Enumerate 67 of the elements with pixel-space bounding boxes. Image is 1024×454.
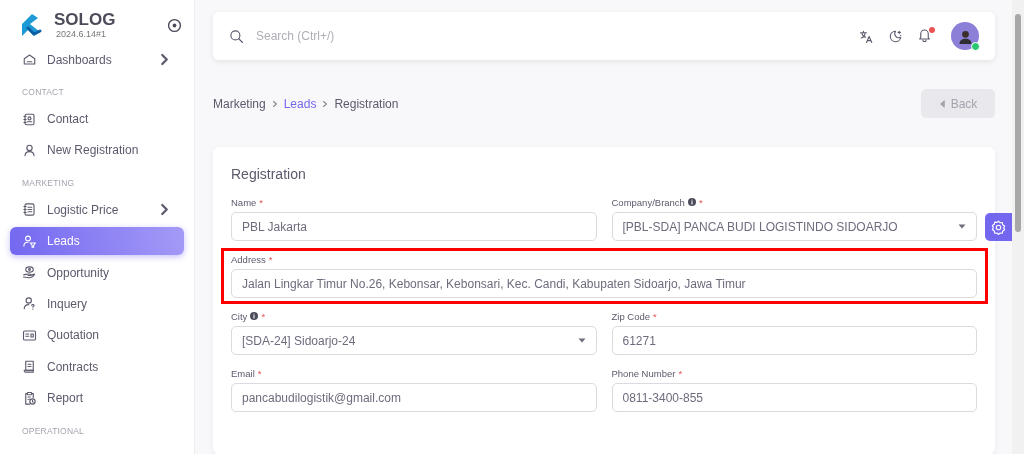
scrollbar[interactable]: [1012, 0, 1024, 454]
input-field[interactable]: pancabudilogistik@gmail.com: [231, 383, 597, 412]
required-mark: *: [257, 367, 262, 379]
field-label: Phone Number: [611, 367, 676, 379]
field-label: Zip Code: [611, 310, 651, 322]
breadcrumb-item: Marketing: [213, 96, 266, 111]
caret-down-icon: [577, 338, 586, 343]
field-label: Address: [231, 253, 266, 265]
field-label: Company/Branch: [611, 196, 685, 208]
section-heading: MARKETING: [21, 177, 76, 191]
app-version: 2024.6.14#1: [56, 29, 108, 39]
scrollbar-thumb[interactable]: [1015, 14, 1021, 232]
breadcrumb-link[interactable]: Leads: [283, 96, 317, 111]
contract-scroll-icon: [22, 359, 37, 375]
search-icon: [229, 28, 244, 44]
required-mark: *: [261, 310, 266, 322]
field-label: City: [231, 310, 248, 322]
radio-circle-icon[interactable]: [167, 17, 182, 33]
sidebar-item[interactable]: Logistic Price: [10, 195, 184, 224]
sidebar-item[interactable]: Report: [10, 384, 184, 413]
input-field[interactable]: 61271: [611, 326, 977, 355]
section-heading: CONTACT: [21, 86, 65, 100]
field-label: Name: [231, 196, 257, 208]
required-mark: *: [653, 310, 657, 322]
bell-icon[interactable]: [917, 27, 932, 42]
caret-left-icon: [938, 99, 945, 108]
dropdown[interactable]: [PBL-SDA] PANCA BUDI LOGISTINDO SIDOARJO: [611, 212, 977, 241]
sidebar-item[interactable]: Dashboards: [10, 45, 184, 74]
list-document-icon: [22, 202, 37, 218]
caret-down-icon: [958, 224, 966, 229]
required-mark: *: [678, 367, 683, 379]
sidebar-item[interactable]: Contact: [10, 105, 184, 134]
sidebar-item[interactable]: Opportunity: [10, 258, 184, 287]
address-book-icon: [22, 111, 37, 127]
breadcrumb-chevron-icon: [322, 99, 329, 108]
input-field[interactable]: Jalan Lingkar Timur No.26, Kebonsar, Kebonsari, Kec. Candi, Kabupaten Sidoarjo, Jawa Timur: [231, 269, 977, 298]
settings-button[interactable]: [985, 213, 1012, 241]
input-field[interactable]: PBL Jakarta: [231, 212, 597, 241]
sidebar-item[interactable]: Quotation: [10, 321, 184, 350]
app-name: SOLOG: [54, 11, 117, 29]
breadcrumb-item: Registration: [334, 96, 399, 111]
user-filter-icon: [22, 233, 37, 249]
translate-icon[interactable]: [859, 28, 874, 44]
sidebar-item[interactable]: Inquery: [10, 289, 184, 318]
home-icon: [22, 52, 37, 68]
required-mark: *: [268, 253, 273, 265]
settings-icon: [991, 219, 1006, 235]
sidebar-item[interactable]: New Registration: [10, 136, 184, 165]
required-mark: *: [259, 196, 264, 208]
moon-stars-icon[interactable]: [888, 28, 903, 44]
hand-coin-icon: [22, 265, 37, 281]
search-input[interactable]: Search (Ctrl+/): [254, 28, 849, 44]
person-silhouette-icon: [957, 28, 973, 44]
form-title: Registration: [231, 166, 307, 182]
sidebar-item[interactable]: Contracts: [10, 352, 184, 381]
clipboard-clock-icon: [22, 390, 37, 406]
input-field[interactable]: 0811-3400-855: [611, 383, 977, 412]
required-mark: *: [698, 196, 703, 208]
user-question-icon: [22, 296, 37, 312]
user-icon: [22, 142, 37, 158]
id-card-icon: [22, 327, 37, 343]
breadcrumb-chevron-icon: [271, 99, 278, 108]
field-label: Email: [231, 367, 255, 379]
avatar[interactable]: [951, 22, 979, 50]
dropdown[interactable]: [SDA-24] Sidoarjo-24: [231, 326, 597, 355]
section-heading: OPERATIONAL: [21, 424, 86, 438]
sidebar-item[interactable]: Leads: [10, 227, 184, 256]
